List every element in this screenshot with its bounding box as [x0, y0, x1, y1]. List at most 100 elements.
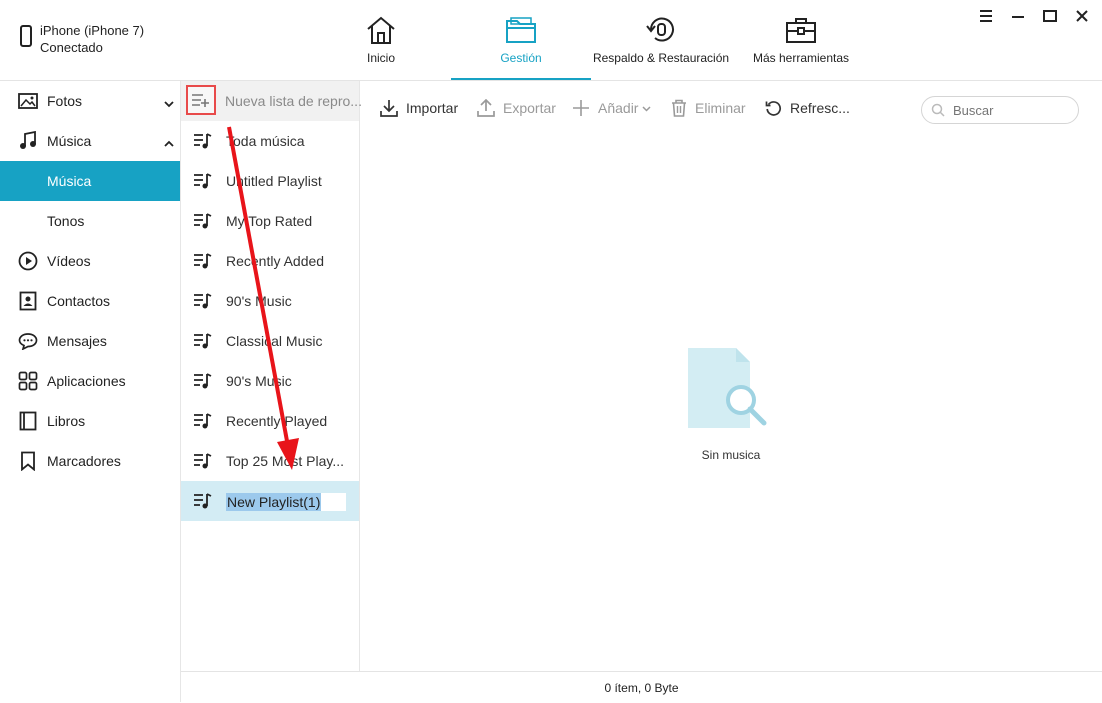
- search-input[interactable]: [951, 101, 1075, 119]
- sidebar-item-libros[interactable]: Libros: [0, 401, 180, 441]
- chevron-down-icon[interactable]: [164, 95, 174, 111]
- minimize-icon[interactable]: [1010, 8, 1026, 24]
- top-bar: iPhone (iPhone 7) Conectado Inicio Gesti…: [0, 0, 1102, 81]
- new-playlist-row[interactable]: Nueva lista de repro...: [181, 81, 362, 121]
- chevron-up-icon[interactable]: [164, 135, 174, 151]
- sidebar-item-label: Mensajes: [47, 333, 107, 349]
- playlist-item[interactable]: My Top Rated: [181, 201, 359, 241]
- playlist-label: Untitled Playlist: [226, 173, 322, 189]
- playlist-label: Classical Music: [226, 333, 323, 349]
- nav-label: Más herramientas: [752, 51, 850, 65]
- import-label: Importar: [406, 100, 459, 116]
- playlist-panel: Nueva lista de repro... Toda música Untit…: [181, 81, 362, 671]
- nav-label: Respaldo & Restauración: [592, 51, 730, 65]
- maximize-icon[interactable]: [1042, 8, 1058, 24]
- playlist-icon: [193, 212, 213, 233]
- import-button[interactable]: Importar: [380, 99, 458, 117]
- search-box[interactable]: [921, 96, 1079, 124]
- nav-label: Inicio: [366, 51, 395, 65]
- status-bar: 0 ítem, 0 Byte: [181, 671, 1102, 703]
- main-toolbar: Importar Exportar Añadir Eliminar Refres…: [360, 81, 1102, 136]
- refresh-button[interactable]: Refresc...: [765, 99, 850, 116]
- trash-icon: [672, 99, 686, 117]
- playlist-item[interactable]: 90's Music: [181, 281, 359, 321]
- playlist-name-selection: New Playlist(1): [226, 493, 322, 511]
- export-button[interactable]: Exportar: [477, 99, 556, 117]
- chat-bubble-icon: [18, 331, 38, 351]
- playlist-item-editing[interactable]: New Playlist(1): [181, 481, 359, 521]
- add-button[interactable]: Añadir: [572, 99, 651, 117]
- download-icon: [380, 100, 398, 117]
- nav-tab-inicio[interactable]: Inicio: [348, 0, 414, 80]
- bookmark-icon: [18, 451, 38, 471]
- sidebar-item-label: Música: [47, 173, 92, 189]
- playlist-icon: [193, 452, 213, 473]
- sidebar-item-label: Música: [47, 133, 92, 149]
- sidebar-item-marcadores[interactable]: Marcadores: [0, 441, 180, 481]
- home-icon: [367, 16, 395, 44]
- playlist-name-input[interactable]: New Playlist(1): [226, 493, 346, 511]
- delete-button[interactable]: Eliminar: [671, 99, 746, 117]
- sidebar-subitem-tonos[interactable]: Tonos: [0, 201, 180, 241]
- music-note-icon: [18, 131, 38, 151]
- refresh-icon: [765, 101, 781, 116]
- export-label: Exportar: [503, 100, 556, 116]
- sidebar: Fotos Música Música Tonos Vídeos Contact…: [0, 81, 181, 702]
- playlist-item[interactable]: Top 25 Most Play...: [181, 441, 359, 481]
- play-circle-icon: [18, 251, 38, 271]
- contact-card-icon: [18, 291, 38, 311]
- playlist-list: Toda música Untitled Playlist My Top Rated…: [181, 121, 359, 481]
- upload-icon: [477, 99, 495, 117]
- empty-state: Sin musica: [686, 346, 776, 462]
- add-playlist-icon[interactable]: [186, 85, 216, 115]
- file-search-icon: [688, 348, 767, 428]
- sidebar-item-label: Marcadores: [47, 453, 121, 469]
- close-icon[interactable]: [1074, 8, 1090, 24]
- playlist-item[interactable]: Toda música: [181, 121, 359, 161]
- sidebar-item-mensajes[interactable]: Mensajes: [0, 321, 180, 361]
- playlist-item[interactable]: Recently Added: [181, 241, 359, 281]
- playlist-label: 90's Music: [226, 373, 292, 389]
- nav-tab-gestion[interactable]: Gestión: [451, 0, 591, 80]
- sidebar-item-label: Fotos: [47, 93, 83, 109]
- chevron-down-icon: [642, 105, 651, 112]
- playlist-label: 90's Music: [226, 293, 292, 309]
- sidebar-item-videos[interactable]: Vídeos: [0, 241, 180, 281]
- device-name: iPhone (iPhone 7): [40, 23, 145, 38]
- playlist-item[interactable]: Classical Music: [181, 321, 359, 361]
- search-icon: [931, 103, 945, 117]
- sidebar-item-contactos[interactable]: Contactos: [0, 281, 180, 321]
- menu-icon[interactable]: [978, 8, 994, 24]
- add-label: Añadir: [598, 100, 639, 116]
- playlist-label: Recently Played: [226, 413, 328, 429]
- playlist-label: My Top Rated: [226, 213, 313, 229]
- sidebar-item-musica[interactable]: Música: [0, 121, 180, 161]
- backup-restore-icon: [646, 17, 674, 42]
- playlist-label: Top 25 Most Play...: [226, 453, 345, 469]
- nav-tab-respaldo[interactable]: Respaldo & Restauración: [592, 0, 730, 80]
- playlist-item[interactable]: Untitled Playlist: [181, 161, 359, 201]
- empty-caption: Sin musica: [701, 448, 761, 462]
- playlist-icon: [193, 292, 213, 313]
- status-text: 0 ítem, 0 Byte: [604, 680, 679, 695]
- folder-icon: [506, 17, 536, 43]
- new-playlist-label: Nueva lista de repro...: [225, 93, 362, 109]
- plus-icon: [573, 100, 589, 116]
- playlist-item[interactable]: 90's Music: [181, 361, 359, 401]
- playlist-icon: [193, 332, 213, 353]
- playlist-icon: [193, 132, 213, 153]
- playlist-icon: [193, 252, 213, 273]
- window-controls: [978, 8, 1090, 24]
- apps-grid-icon: [18, 371, 38, 391]
- sidebar-subitem-musica[interactable]: Música: [0, 161, 180, 201]
- sidebar-item-aplicaciones[interactable]: Aplicaciones: [0, 361, 180, 401]
- delete-label: Eliminar: [695, 100, 746, 116]
- nav-tab-herramientas[interactable]: Más herramientas: [752, 0, 850, 80]
- book-icon: [18, 411, 38, 431]
- refresh-label: Refresc...: [790, 99, 850, 116]
- sidebar-item-fotos[interactable]: Fotos: [0, 81, 180, 121]
- playlist-label: Recently Added: [226, 253, 325, 269]
- device-info: iPhone (iPhone 7) Conectado: [20, 22, 144, 56]
- playlist-item[interactable]: Recently Played: [181, 401, 359, 441]
- sidebar-item-label: Tonos: [47, 213, 85, 229]
